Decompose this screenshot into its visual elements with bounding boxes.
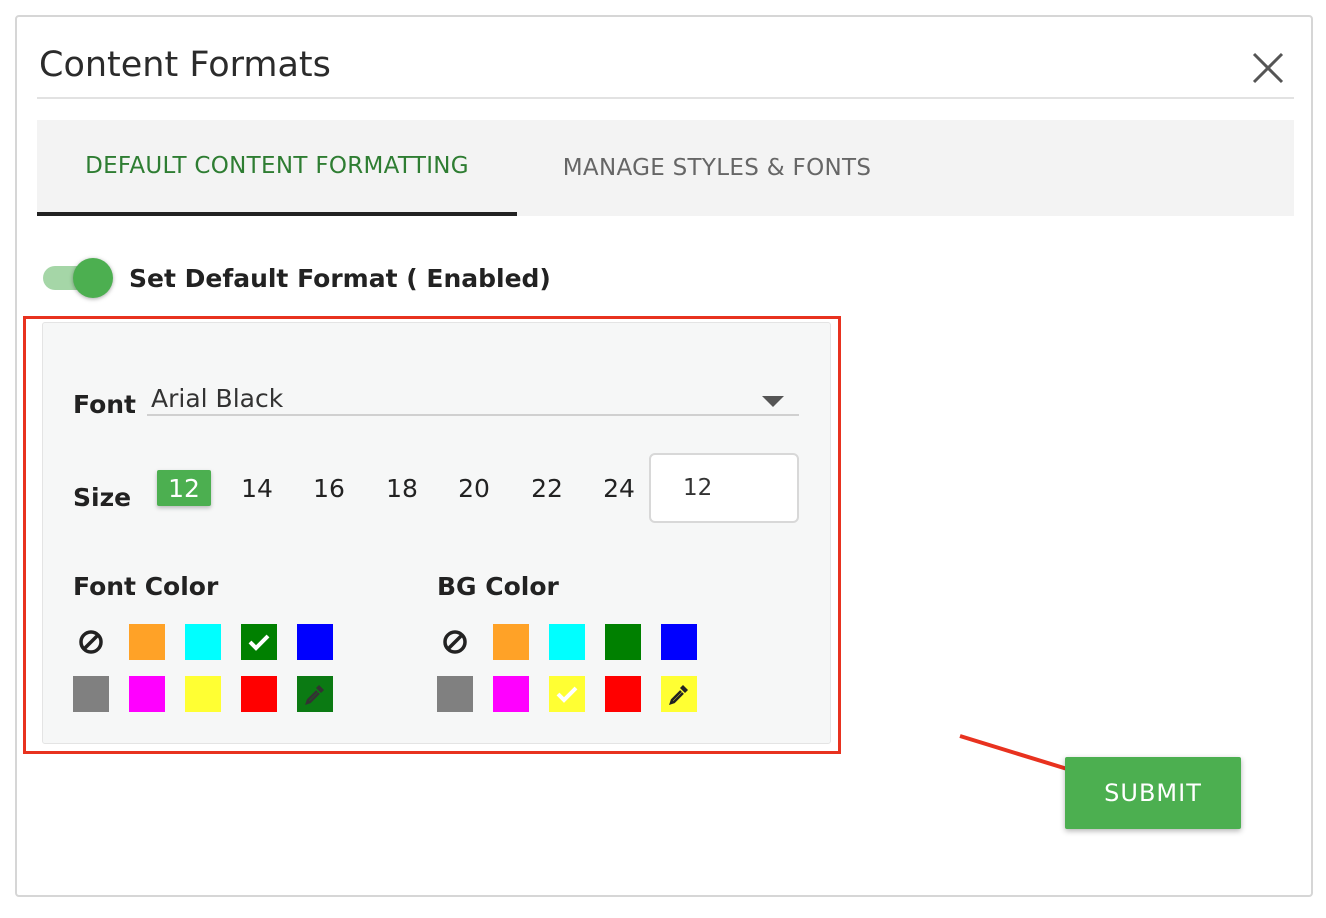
- bg-color-swatch-gray[interactable]: [437, 676, 473, 712]
- title-divider: [37, 97, 1294, 99]
- font-color-swatch-red[interactable]: [241, 676, 277, 712]
- font-color-swatch-green[interactable]: [241, 624, 277, 660]
- submit-button[interactable]: SUBMIT: [1065, 757, 1241, 829]
- dialog-title: Content Formats: [39, 45, 331, 85]
- custom-size-input[interactable]: [649, 453, 799, 523]
- close-icon[interactable]: [1251, 51, 1285, 85]
- toggle-knob: [73, 258, 113, 298]
- bg-color-swatch-red[interactable]: [605, 676, 641, 712]
- size-option-14[interactable]: 14: [230, 470, 284, 506]
- size-option-22[interactable]: 22: [520, 470, 574, 506]
- font-select-value: Arial Black: [151, 384, 284, 413]
- size-option-12[interactable]: 12: [157, 470, 211, 506]
- font-color-swatch-gray[interactable]: [73, 676, 109, 712]
- bg-color-swatch-yellow[interactable]: [549, 676, 585, 712]
- font-color-swatch-yellow[interactable]: [185, 676, 221, 712]
- font-color-swatch-orange[interactable]: [129, 624, 165, 660]
- bg-color-swatch-orange[interactable]: [493, 624, 529, 660]
- default-format-toggle-row: Set Default Format ( Enabled): [43, 258, 551, 298]
- font-select[interactable]: Arial Black: [147, 372, 799, 416]
- font-color-swatch-blue[interactable]: [297, 624, 333, 660]
- default-format-toggle[interactable]: [43, 258, 113, 298]
- bg-color-eyedropper-icon[interactable]: [661, 676, 697, 712]
- bg-color-swatch-blue[interactable]: [661, 624, 697, 660]
- font-color-swatch-magenta[interactable]: [129, 676, 165, 712]
- font-color-none-icon[interactable]: [73, 624, 109, 660]
- bg-color-swatch-green[interactable]: [605, 624, 641, 660]
- size-option-20[interactable]: 20: [447, 470, 501, 506]
- bg-color-none-icon[interactable]: [437, 624, 473, 660]
- font-color-eyedropper-icon[interactable]: [297, 676, 333, 712]
- bg-color-swatch-cyan[interactable]: [549, 624, 585, 660]
- font-color-swatch-cyan[interactable]: [185, 624, 221, 660]
- size-option-16[interactable]: 16: [302, 470, 356, 506]
- font-label: Font: [73, 390, 136, 419]
- size-option-18[interactable]: 18: [375, 470, 429, 506]
- chevron-down-icon: [762, 396, 784, 407]
- checkmark-icon: [556, 686, 578, 703]
- size-label: Size: [73, 483, 132, 512]
- bg-color-swatch-magenta[interactable]: [493, 676, 529, 712]
- bg-color-label: BG Color: [437, 572, 559, 601]
- default-format-label: Set Default Format ( Enabled): [129, 263, 551, 293]
- tab-manage-styles-fonts[interactable]: MANAGE STYLES & FONTS: [517, 120, 917, 216]
- checkmark-icon: [248, 634, 270, 651]
- font-color-label: Font Color: [73, 572, 219, 601]
- size-option-24[interactable]: 24: [592, 470, 646, 506]
- tab-bar: DEFAULT CONTENT FORMATTING MANAGE STYLES…: [37, 120, 1294, 216]
- tab-default-content-formatting[interactable]: DEFAULT CONTENT FORMATTING: [37, 120, 517, 216]
